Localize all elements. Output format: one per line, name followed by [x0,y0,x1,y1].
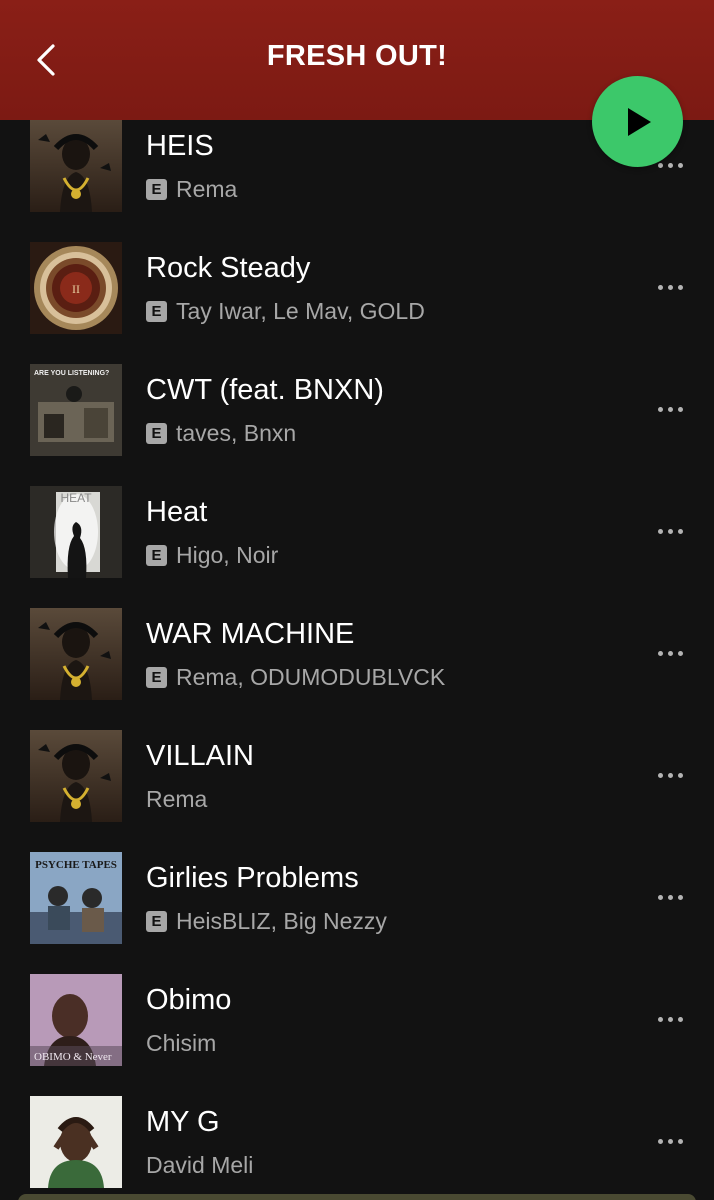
album-art [30,1096,122,1188]
more-dot [667,406,673,412]
more-dot [677,1016,683,1022]
track-row[interactable]: ARE YOU LISTENING? CWT (feat. BNXN) Etaves… [0,364,714,486]
track-artists: HeisBLIZ, Big Nezzy [176,908,387,934]
explicit-badge: E [146,667,167,688]
album-art [30,608,122,700]
svg-text:ARE YOU LISTENING?: ARE YOU LISTENING? [34,370,109,377]
track-artists: Tay Iwar, Le Mav, GOLD [176,298,425,324]
more-dot [677,528,683,534]
track-row[interactable]: PSYCHE TAPES Girlies Problems E HeisBLIZ, B… [0,852,714,974]
more-dot [667,1138,673,1144]
track-artists: David Meli [146,1152,254,1178]
track-subline: E Tay Iwar, Le Mav, GOLD [146,298,425,325]
more-dot [657,284,663,290]
more-dot [667,528,673,534]
more-dot [667,1016,673,1022]
album-art [30,730,122,822]
more-options-icon[interactable] [648,638,692,668]
track-artists: Rema [176,176,238,202]
track-artists: Rema, ODUMODUBLVCK [176,664,446,690]
more-dot [657,162,663,168]
explicit-badge: E [146,301,167,322]
track-subline: David Meli [146,1152,253,1179]
track-title: Obimo [146,984,232,1016]
more-dot [677,650,683,656]
track-title: CWT (feat. BNXN) [146,374,384,406]
track-subline: E HeisBLIZ, Big Nezzy [146,908,387,935]
more-dot [657,772,663,778]
track-row[interactable]: II Rock Steady E Tay Iwar, Le Mav, GOLD [0,242,714,364]
explicit-badge: E [146,179,167,200]
album-art: HEAT [30,486,122,578]
play-button[interactable] [592,76,683,167]
more-dot [677,284,683,290]
track-row[interactable]: MY G David Meli [0,1096,714,1200]
track-subline: Etaves, Bnxn [146,420,296,447]
more-dot [657,1138,663,1144]
more-options-icon[interactable] [648,516,692,546]
track-row[interactable]: VILLAIN Rema [0,730,714,852]
more-dot [657,406,663,412]
album-art: II [30,242,122,334]
more-options-icon[interactable] [648,1004,692,1034]
track-subline: E Higo, Noir [146,542,278,569]
play-icon [627,107,651,136]
track-subline: Chisim [146,1030,216,1057]
more-dot [657,1016,663,1022]
track-subline: E Rema [146,176,237,203]
svg-text:OBIMO & Never: OBIMO & Never [34,1051,112,1063]
album-art: OBIMO & Never [30,974,122,1066]
more-dot [657,894,663,900]
track-subline: E Rema, ODUMODUBLVCK [146,664,445,691]
svg-text:HEAT: HEAT [60,491,92,505]
more-dot [667,284,673,290]
more-dot [657,528,663,534]
track-row[interactable]: WAR MACHINE E Rema, ODUMODUBLVCK [0,608,714,730]
more-dot [667,162,673,168]
track-artists: taves, Bnxn [176,420,297,446]
track-title: HEIS [146,130,214,162]
album-art: PSYCHE TAPES [30,852,122,944]
track-title: MY G [146,1106,220,1138]
more-options-icon[interactable] [648,394,692,424]
more-options-icon[interactable] [648,272,692,302]
track-title: VILLAIN [146,740,254,772]
explicit-badge: E [146,911,167,932]
track-title: Rock Steady [146,252,311,284]
more-dot [667,650,673,656]
track-artists: Chisim [146,1030,217,1056]
track-title: WAR MACHINE [146,618,355,650]
more-dot [657,650,663,656]
more-dot [677,406,683,412]
album-art: ARE YOU LISTENING? [30,364,122,456]
more-dot [667,772,673,778]
track-title: Girlies Problems [146,862,359,894]
more-options-icon[interactable] [648,760,692,790]
track-row[interactable]: HEAT Heat E Higo, Noir [0,486,714,608]
more-options-icon[interactable] [648,882,692,912]
more-dot [677,772,683,778]
track-title: Heat [146,496,208,528]
mini-player-edge[interactable] [18,1194,696,1200]
more-dot [677,894,683,900]
page-title: FRESH OUT! [266,40,448,72]
explicit-badge: E [146,423,167,444]
album-art [30,120,122,212]
track-artists: Higo, Noir [176,542,279,568]
track-subline: Rema [146,786,207,813]
track-row[interactable]: OBIMO & Never Obimo Chisim [0,974,714,1096]
more-options-icon[interactable] [648,1126,692,1156]
explicit-badge: E [146,545,167,566]
more-dot [677,1138,683,1144]
more-dot [677,162,683,168]
playlist-screen: HEIS E Rema II Rock Steady E Tay Iwar, Le Mav,… [0,0,714,1200]
svg-text:II: II [72,282,80,296]
more-dot [667,894,673,900]
track-artists: Rema [146,786,208,812]
svg-text:PSYCHE TAPES: PSYCHE TAPES [35,859,117,871]
